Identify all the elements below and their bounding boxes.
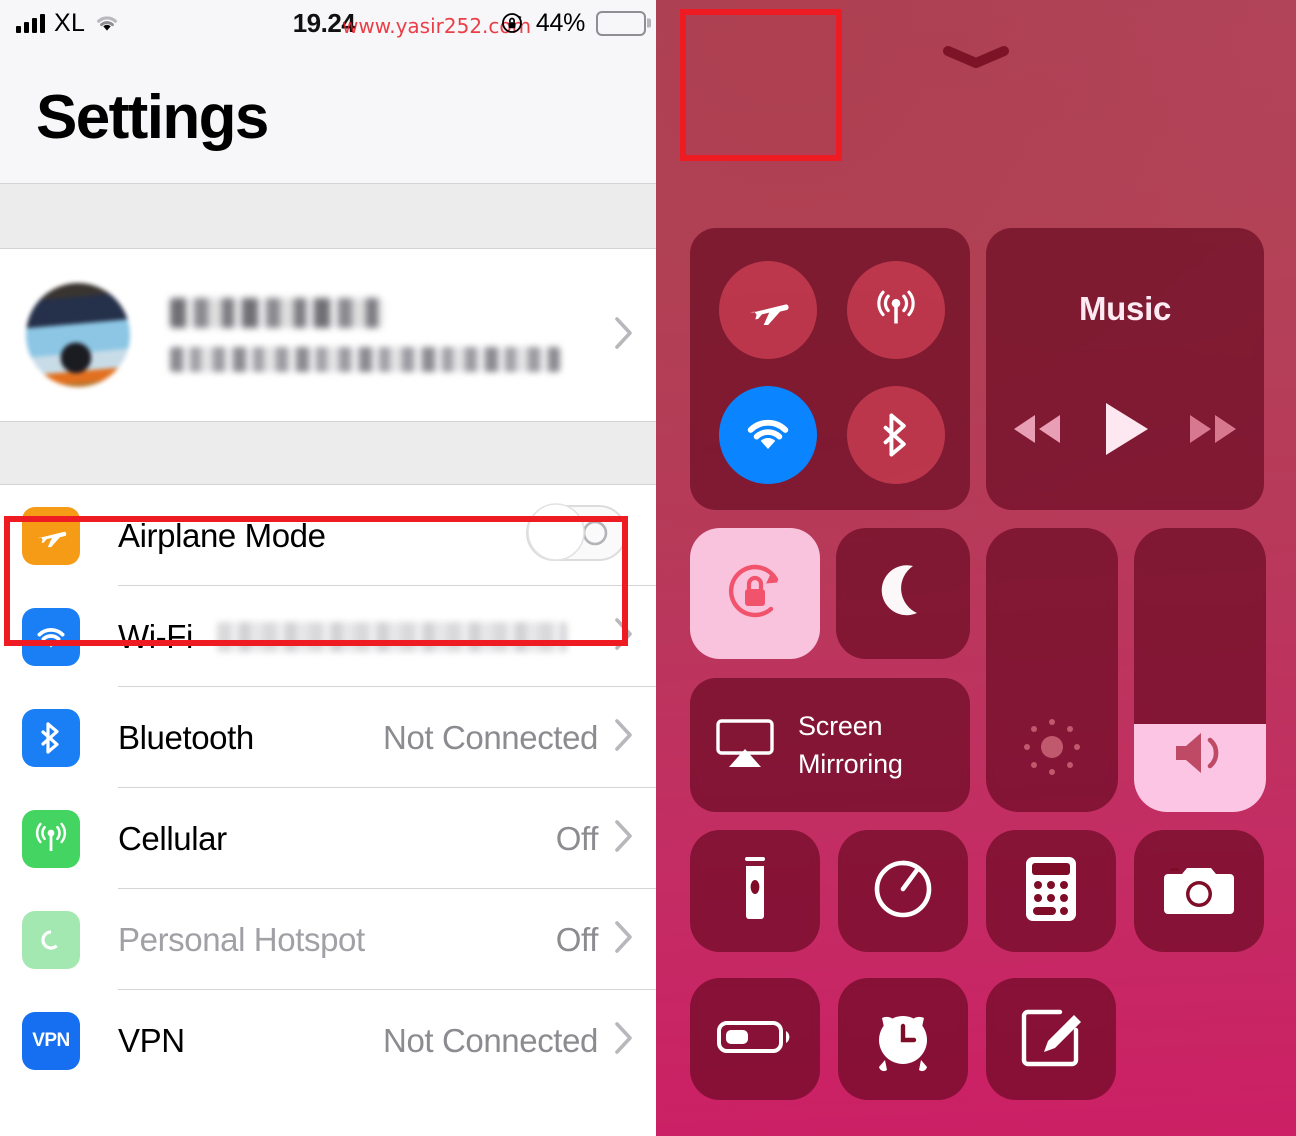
notes-button[interactable]	[986, 978, 1116, 1100]
wifi-toggle[interactable]	[719, 386, 817, 484]
page-title-area: Settings	[0, 46, 656, 183]
timer-icon	[870, 856, 936, 927]
airplane-icon	[22, 506, 80, 565]
hotspot-icon	[22, 910, 80, 969]
chevron-right-icon	[608, 307, 642, 364]
music-tile-title: Music	[1078, 290, 1172, 327]
apple-id-account-row[interactable]	[0, 249, 656, 421]
music-tile[interactable]: Music	[986, 228, 1264, 510]
vpn-icon-label: VPN	[32, 1029, 70, 1051]
screen-mirroring-label: Screen Mirroring	[798, 707, 903, 784]
avatar	[26, 283, 130, 387]
section-divider-2	[0, 421, 656, 485]
page-title: Settings	[36, 83, 269, 152]
wifi-icon	[22, 607, 80, 666]
settings-app-pane: XL 19.24 www.yasir252.com 44% Settings A…	[0, 0, 656, 1136]
settings-row-value: Not Connected	[383, 718, 598, 756]
bluetooth-toggle[interactable]	[847, 386, 945, 484]
do-not-disturb-toggle[interactable]	[836, 528, 970, 659]
battery-icon	[596, 10, 651, 36]
cellular-data-toggle[interactable]	[847, 261, 945, 359]
volume-slider[interactable]	[1134, 528, 1266, 812]
settings-row-personal-hotspot[interactable]: Personal Hotspot Off	[0, 889, 656, 990]
chevron-right-icon	[608, 1012, 642, 1069]
alarm-clock-icon	[868, 1002, 938, 1077]
chevron-right-icon	[608, 911, 642, 968]
settings-row-label: Wi-Fi	[118, 617, 193, 655]
speaker-icon	[1134, 726, 1266, 780]
status-bar-center: 19.24	[0, 0, 656, 46]
chevron-right-icon	[608, 608, 642, 665]
settings-row-wifi[interactable]: Wi-Fi	[0, 586, 656, 687]
brightness-slider[interactable]	[986, 528, 1118, 812]
low-power-mode-button[interactable]	[690, 978, 820, 1100]
control-center-pane: Music Screen Mirroring	[656, 0, 1296, 1136]
chevron-right-icon	[608, 709, 642, 766]
cellular-icon	[22, 809, 80, 868]
connectivity-group: Airplane Mode Wi-Fi Bluetooth Not Connec…	[0, 485, 656, 1091]
bluetooth-icon	[22, 708, 80, 767]
rewind-icon[interactable]	[1008, 411, 1066, 452]
calculator-button[interactable]	[986, 830, 1116, 952]
flashlight-icon	[735, 853, 775, 930]
alarm-button[interactable]	[838, 978, 968, 1100]
settings-row-airplane-mode[interactable]: Airplane Mode	[0, 485, 656, 586]
calculator-icon	[1024, 855, 1078, 928]
airplay-screen-icon	[714, 715, 776, 776]
camera-button[interactable]	[1134, 830, 1264, 952]
settings-row-label: VPN	[118, 1021, 185, 1059]
account-subtitle-redacted	[170, 347, 560, 372]
settings-row-cellular[interactable]: Cellular Off	[0, 788, 656, 889]
play-icon[interactable]	[1098, 399, 1152, 464]
settings-row-label: Bluetooth	[118, 718, 254, 756]
account-text	[170, 298, 560, 372]
battery-icon	[716, 1015, 794, 1064]
timer-button[interactable]	[838, 830, 968, 952]
brightness-icon	[986, 714, 1118, 780]
control-center-grid: Music Screen Mirroring	[656, 0, 1296, 1136]
screen-mirroring-tile[interactable]: Screen Mirroring	[690, 678, 970, 812]
moon-icon	[872, 560, 934, 627]
settings-row-label: Airplane Mode	[118, 516, 326, 554]
fast-forward-icon[interactable]	[1184, 411, 1242, 452]
rotation-lock-icon	[719, 555, 791, 632]
rotation-lock-toggle[interactable]	[690, 528, 820, 659]
settings-row-label: Cellular	[118, 819, 227, 857]
music-controls	[986, 399, 1264, 464]
section-divider	[0, 183, 656, 249]
status-bar: XL 19.24 www.yasir252.com 44%	[0, 0, 656, 46]
settings-row-label: Personal Hotspot	[118, 920, 365, 958]
flashlight-button[interactable]	[690, 830, 820, 952]
settings-row-value: Off	[555, 920, 599, 958]
screen-mirroring-label-line2: Mirroring	[798, 749, 903, 779]
settings-row-value: Off	[555, 819, 599, 857]
screen-mirroring-label-line1: Screen	[798, 710, 883, 741]
screenshot-root: XL 19.24 www.yasir252.com 44% Settings A…	[0, 0, 1296, 1136]
camera-icon	[1162, 860, 1236, 923]
settings-row-value: Not Connected	[383, 1021, 598, 1059]
settings-row-vpn[interactable]: VPN VPN Not Connected	[0, 990, 656, 1091]
airplane-mode-toggle[interactable]	[719, 261, 817, 359]
account-group	[0, 249, 656, 421]
notes-pencil-icon	[1018, 1004, 1084, 1075]
airplane-mode-toggle[interactable]	[525, 502, 628, 569]
chevron-right-icon	[608, 810, 642, 867]
vpn-icon: VPN	[22, 1011, 80, 1070]
connectivity-tile-group	[690, 228, 970, 510]
account-name-redacted	[170, 298, 384, 328]
rotation-lock-icon	[501, 11, 525, 35]
wifi-network-value-redacted	[216, 621, 567, 652]
settings-row-bluetooth[interactable]: Bluetooth Not Connected	[0, 687, 656, 788]
